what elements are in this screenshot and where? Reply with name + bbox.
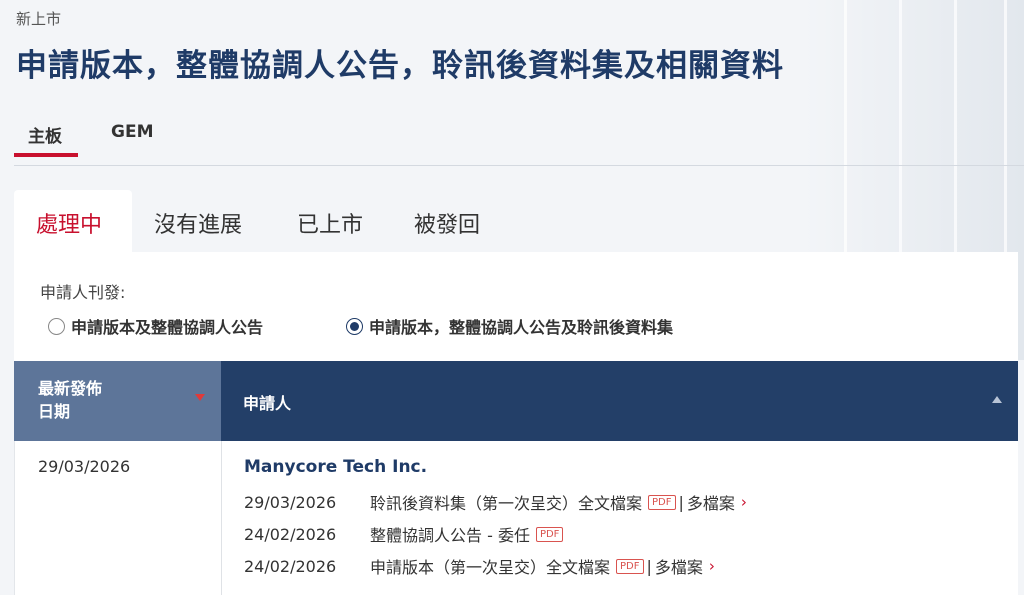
separator: |: [678, 492, 684, 512]
document-item: 24/02/2026 申請版本（第一次呈交） 全文檔案 PDF | 多檔案 ›: [244, 550, 1018, 582]
doc-date: 24/02/2026: [244, 524, 337, 544]
pdf-icon[interactable]: PDF: [648, 494, 676, 510]
breadcrumb[interactable]: 新上市: [16, 8, 61, 29]
doc-title-link[interactable]: 申請版本（第一次呈交）: [370, 554, 546, 578]
radio-checked-icon[interactable]: [346, 317, 363, 335]
tab-main-board[interactable]: 主板: [14, 122, 78, 157]
radio-label: 申請版本及整體協調人公告: [71, 318, 264, 337]
radio-option-application-oc-phip[interactable]: 申請版本，整體協調人公告及聆訊後資料集: [346, 314, 673, 338]
tab-no-progress[interactable]: 沒有進展: [154, 190, 242, 252]
tab-listed[interactable]: 已上市: [297, 190, 363, 252]
chevron-right-icon[interactable]: ›: [709, 557, 715, 575]
page-title: 申請版本，整體協調人公告，聆訊後資料集及相關資料: [16, 48, 784, 84]
multiple-files-link[interactable]: 多檔案: [655, 554, 703, 578]
sort-asc-icon[interactable]: [992, 396, 1002, 403]
company-name: Manycore Tech Inc.: [244, 457, 428, 477]
header-date-line2: 日期: [38, 402, 71, 421]
radio-unchecked-icon[interactable]: [48, 317, 65, 335]
doc-date: 24/02/2026: [244, 556, 337, 576]
multiple-files-link[interactable]: 多檔案: [687, 490, 735, 514]
sort-desc-icon[interactable]: [195, 394, 205, 401]
pdf-icon[interactable]: PDF: [535, 526, 564, 542]
filter-panel: 申請人刊發: 申請版本及整體協調人公告 申請版本，整體協調人公告及聆訊後資料集: [14, 252, 1018, 362]
pdf-icon[interactable]: PDF: [616, 558, 644, 574]
radio-option-application-oc[interactable]: 申請版本及整體協調人公告: [48, 314, 263, 338]
row-date: 29/03/2026: [15, 441, 222, 595]
column-header-applicant[interactable]: 申請人: [221, 361, 1018, 441]
chevron-right-icon[interactable]: ›: [741, 493, 747, 511]
row-applicant: Manycore Tech Inc. 29/03/2026 聆訊後資料集（第一次…: [222, 441, 1018, 595]
tab-gem[interactable]: GEM: [111, 122, 153, 142]
doc-title-link[interactable]: 整體協調人公告 - 委任: [370, 522, 530, 546]
column-header-date[interactable]: 最新發佈 日期: [14, 361, 221, 441]
radio-label: 申請版本，整體協調人公告及聆訊後資料集: [369, 318, 674, 337]
separator: |: [646, 556, 652, 576]
tab-returned[interactable]: 被發回: [414, 190, 480, 252]
doc-title-link[interactable]: 聆訊後資料集（第一次呈交）: [370, 490, 578, 514]
board-tabs: 主板 GEM: [14, 110, 1024, 166]
filter-label: 申請人刊發:: [40, 283, 126, 302]
table-row: 29/03/2026 Manycore Tech Inc. 29/03/2026…: [14, 441, 1018, 595]
header-applicant-label: 申請人: [243, 394, 292, 413]
table-header: 最新發佈 日期 申請人: [14, 361, 1018, 441]
header-date-line1: 最新發佈: [38, 379, 103, 398]
document-item: 24/02/2026 整體協調人公告 - 委任 PDF: [244, 518, 1018, 550]
tab-processing[interactable]: 處理中: [14, 190, 132, 252]
document-item: 29/03/2026 聆訊後資料集（第一次呈交） 全文檔案 PDF | 多檔案 …: [244, 486, 1018, 518]
doc-date: 29/03/2026: [244, 492, 337, 512]
full-document-link[interactable]: 全文檔案: [546, 554, 610, 578]
applications-table: 最新發佈 日期 申請人 29/03/2026 Manycore Tech Inc…: [14, 361, 1018, 595]
full-document-link[interactable]: 全文檔案: [578, 490, 642, 514]
